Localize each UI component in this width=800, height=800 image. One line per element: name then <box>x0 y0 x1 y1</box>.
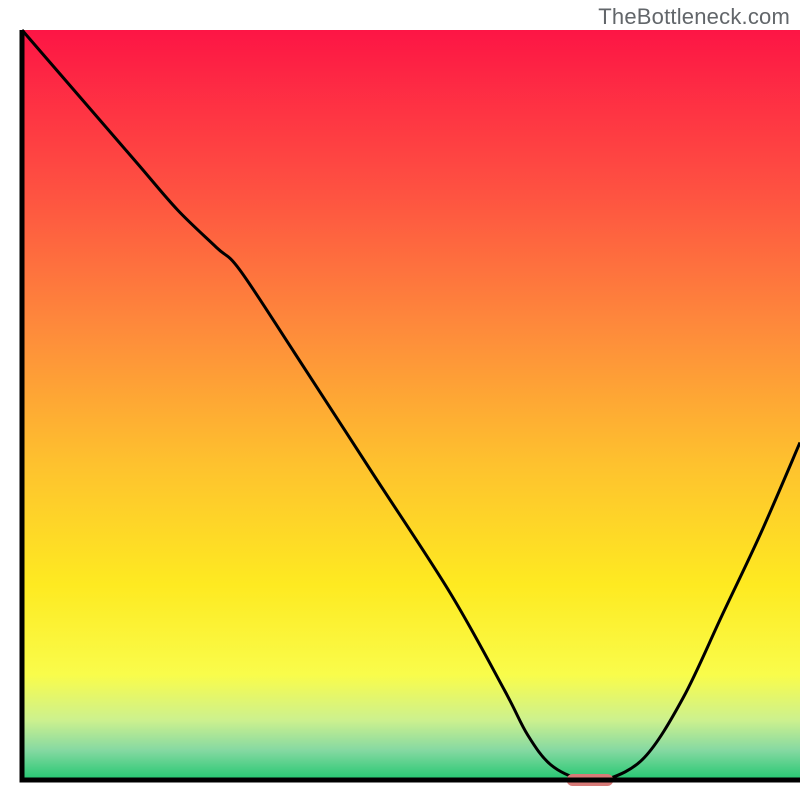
bottleneck-chart <box>0 0 800 800</box>
chart-container: TheBottleneck.com <box>0 0 800 800</box>
watermark-text: TheBottleneck.com <box>598 4 790 30</box>
gradient-background <box>22 30 800 780</box>
